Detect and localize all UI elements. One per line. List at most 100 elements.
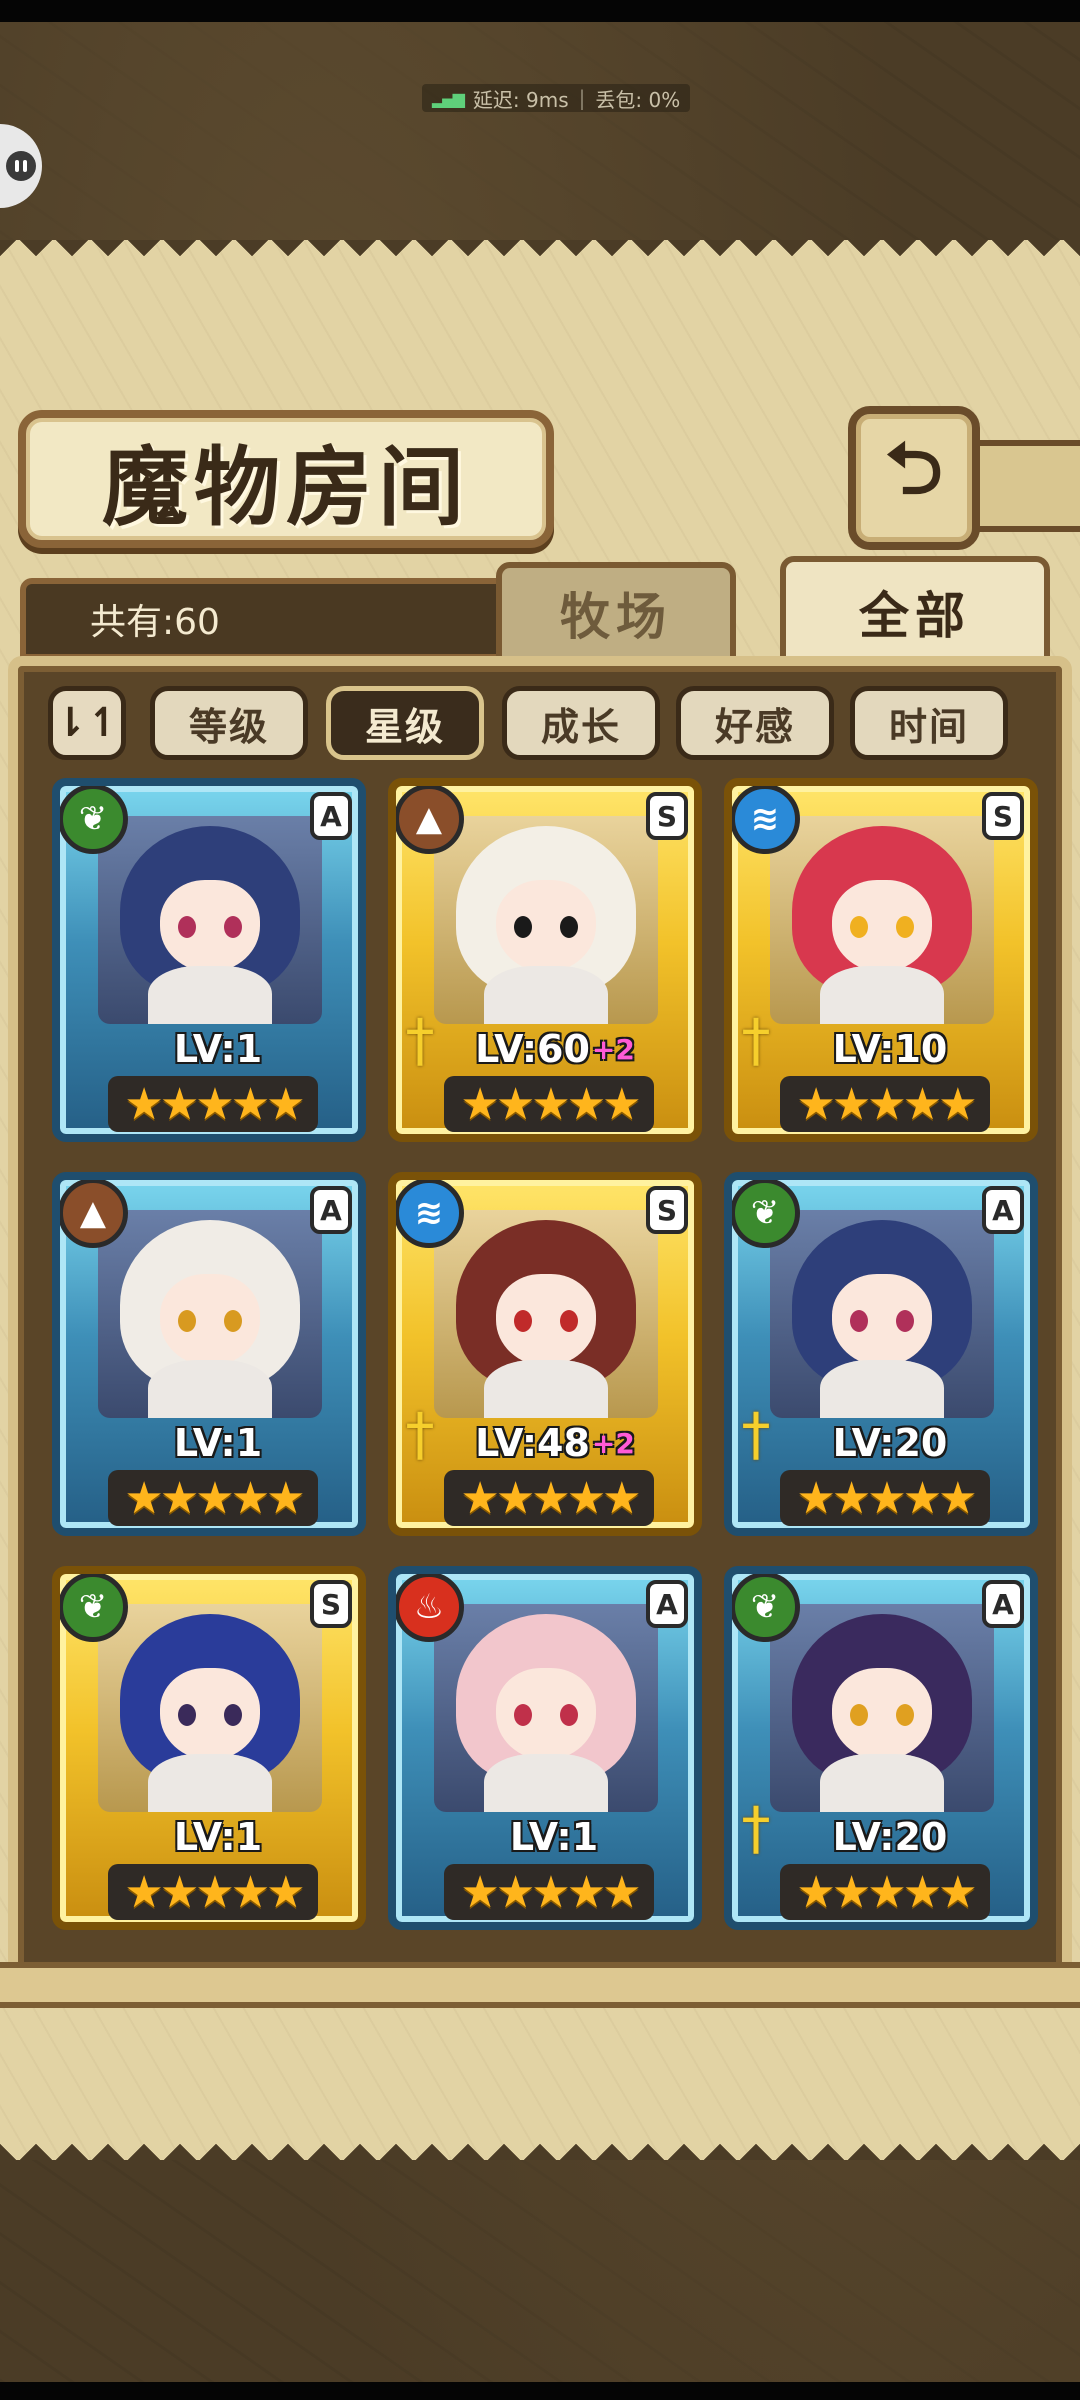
monster-level: LV:10 — [772, 1024, 1010, 1074]
monster-portrait — [770, 816, 994, 1024]
monster-eye — [178, 1310, 196, 1332]
monster-level-text: LV:1 — [173, 1815, 263, 1859]
tab-all[interactable]: 全部 — [780, 556, 1050, 668]
sort-button-star[interactable]: 星级 — [326, 686, 484, 760]
bottom-edge-strip — [0, 2382, 1080, 2400]
star-rating: ★★★★★ — [108, 1864, 318, 1920]
monster-card[interactable]: ▲ A LV:1 ★★★★★ — [52, 1172, 366, 1536]
monster-body — [148, 1754, 272, 1812]
star-rating: ★★★★★ — [444, 1076, 654, 1132]
grade-badge: A — [646, 1580, 688, 1628]
monster-face — [832, 880, 932, 972]
monster-level: LV:20 — [772, 1812, 1010, 1862]
monster-portrait — [770, 1210, 994, 1418]
monster-level-text: LV:48 — [475, 1421, 590, 1465]
monster-level: LV:1 — [100, 1418, 338, 1468]
monster-card[interactable]: ≋ S † LV:10 ★★★★★ — [724, 778, 1038, 1142]
monster-eye — [514, 1704, 532, 1726]
monster-body — [484, 1754, 608, 1812]
monster-portrait — [98, 816, 322, 1024]
monster-level: LV:48 +2 — [436, 1418, 674, 1468]
grade-badge: S — [310, 1580, 352, 1628]
element-water-icon: ≋ — [396, 1180, 464, 1248]
monster-eye — [514, 1310, 532, 1332]
star-rating: ★★★★★ — [780, 1864, 990, 1920]
element-water-icon: ≋ — [732, 786, 800, 854]
panel-zigzag-edge-top — [0, 240, 1080, 270]
sort-button-time[interactable]: 时间 — [850, 686, 1008, 760]
monster-face — [160, 880, 260, 972]
monster-eye — [560, 1310, 578, 1332]
back-button[interactable]: ⮌ — [848, 406, 980, 550]
monster-level: LV:20 — [772, 1418, 1010, 1468]
monster-portrait — [434, 816, 658, 1024]
monster-portrait — [434, 1604, 658, 1812]
grade-badge: S — [982, 792, 1024, 840]
grade-badge: S — [646, 792, 688, 840]
monster-portrait — [98, 1210, 322, 1418]
monster-eye — [850, 916, 868, 938]
back-button-rail — [964, 440, 1080, 532]
sort-button-growth[interactable]: 成长 — [502, 686, 660, 760]
enhance-plus: +2 — [591, 1426, 635, 1460]
monster-face — [160, 1274, 260, 1366]
element-earth-icon: ▲ — [396, 786, 464, 854]
monster-card[interactable]: ≋ S † LV:48 +2 ★★★★★ — [388, 1172, 702, 1536]
monster-portrait — [770, 1604, 994, 1812]
monster-card[interactable]: ❦ A LV:1 ★★★★★ — [52, 778, 366, 1142]
monster-body — [484, 1360, 608, 1418]
monster-eye — [560, 916, 578, 938]
element-earth-icon: ▲ — [60, 1180, 128, 1248]
monster-level-text: LV:60 — [475, 1027, 590, 1071]
element-leaf-icon: ❦ — [732, 1180, 800, 1248]
monster-card[interactable]: ♨ A LV:1 ★★★★★ — [388, 1566, 702, 1930]
sort-button-level[interactable]: 等级 — [150, 686, 308, 760]
sort-button-label: 星级 — [364, 704, 445, 749]
monster-body — [820, 1360, 944, 1418]
monster-body — [820, 966, 944, 1024]
star-rating: ★★★★★ — [780, 1076, 990, 1132]
page-title: 魔物房间 — [102, 436, 470, 538]
star-rating: ★★★★★ — [444, 1470, 654, 1526]
enhance-plus: +2 — [591, 1032, 635, 1066]
sort-button-label: 等级 — [188, 704, 269, 749]
monster-body — [484, 966, 608, 1024]
sort-order-icon: ⇂↿ — [53, 700, 121, 746]
star-rating: ★★★★★ — [444, 1864, 654, 1920]
tab-all-label: 全部 — [859, 587, 971, 645]
sort-button-affection[interactable]: 好感 — [676, 686, 834, 760]
sort-order-toggle[interactable]: ⇂↿ — [48, 686, 126, 760]
signal-icon: ▂▄▆ — [432, 88, 465, 108]
monster-count-bar: 共有:60 — [20, 578, 530, 660]
monster-level: LV:1 — [100, 1024, 338, 1074]
page-title-banner: 魔物房间 — [18, 410, 554, 548]
latency-text: 延迟: 9ms — [472, 87, 569, 112]
monster-level-text: LV:10 — [832, 1027, 948, 1071]
monster-eye — [178, 916, 196, 938]
packet-loss-text: 丢包: 0% — [595, 87, 681, 112]
grade-badge: A — [310, 1186, 352, 1234]
monster-card[interactable]: ❦ S LV:1 ★★★★★ — [52, 1566, 366, 1930]
monster-level-text: LV:1 — [173, 1027, 263, 1071]
stats-divider: | — [578, 86, 586, 110]
sort-button-label: 成长 — [540, 704, 621, 749]
pause-icon — [6, 151, 36, 181]
sort-button-label: 好感 — [714, 704, 795, 749]
monster-card[interactable]: ❦ A † LV:20 ★★★★★ — [724, 1566, 1038, 1930]
element-leaf-icon: ❦ — [732, 1574, 800, 1642]
monster-eye — [850, 1310, 868, 1332]
monster-eye — [224, 916, 242, 938]
star-rating: ★★★★★ — [108, 1470, 318, 1526]
tab-ranch[interactable]: 牧场 — [496, 562, 736, 664]
sort-button-label: 时间 — [888, 704, 969, 749]
monster-level: LV:1 — [436, 1812, 674, 1862]
element-leaf-icon: ❦ — [60, 786, 128, 854]
monster-body — [148, 966, 272, 1024]
monster-card[interactable]: ❦ A † LV:20 ★★★★★ — [724, 1172, 1038, 1536]
monster-count: 共有:60 — [90, 602, 220, 643]
star-rating: ★★★★★ — [108, 1076, 318, 1132]
monster-level: LV:60 +2 — [436, 1024, 674, 1074]
monster-eye — [178, 1704, 196, 1726]
monster-body — [820, 1754, 944, 1812]
monster-card[interactable]: ▲ S † LV:60 +2 ★★★★★ — [388, 778, 702, 1142]
